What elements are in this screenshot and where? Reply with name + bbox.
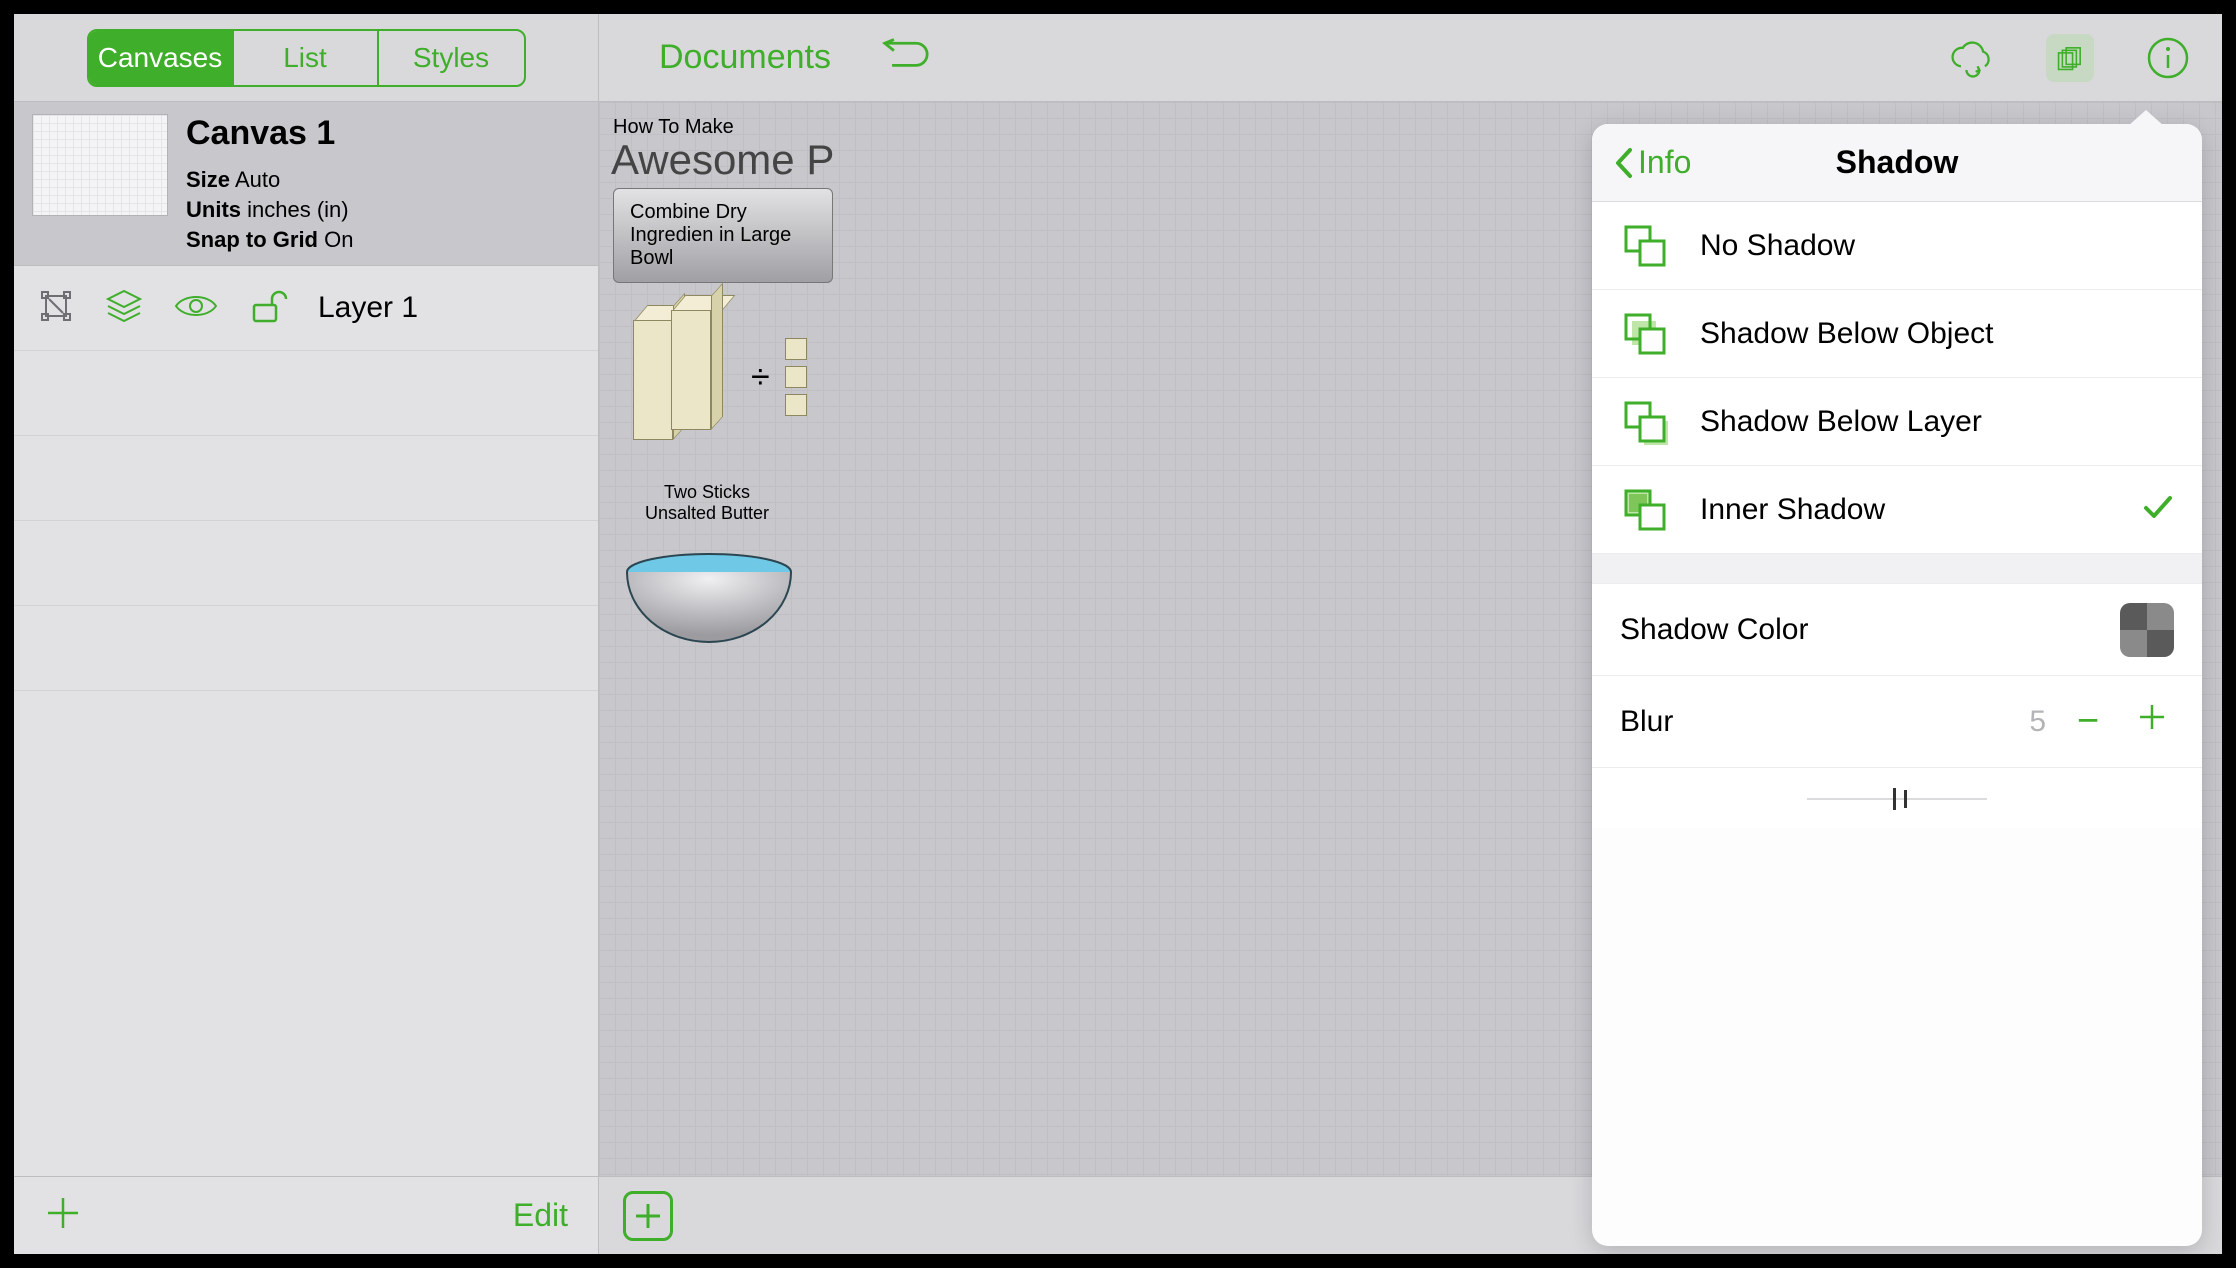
canvases-stack-icon[interactable] <box>2046 34 2094 82</box>
layers-icon[interactable] <box>104 289 144 328</box>
canvas-meta-size-value: Auto <box>235 167 280 192</box>
butter-label-line2: Unsalted Butter <box>637 503 777 524</box>
canvas-thumbnail <box>32 114 168 216</box>
layer-row[interactable]: Layer 1 <box>14 266 598 351</box>
shadow-option-below-layer[interactable]: Shadow Below Layer <box>1592 378 2202 466</box>
canvas-info: Canvas 1 Size Auto Units inches (in) Sna… <box>186 114 353 253</box>
list-row <box>14 351 598 436</box>
shadow-option-label: Shadow Below Layer <box>1700 405 1982 439</box>
canvas-meta-size-label: Size <box>186 167 230 192</box>
blur-row: Blur 5 − <box>1592 676 2202 768</box>
popover-header: Info Shadow <box>1592 124 2202 202</box>
step-box[interactable]: Combine Dry Ingredien in Large Bowl <box>613 188 833 283</box>
sidebar-tab-segmented: Canvases List Styles <box>87 29 526 87</box>
popover-section-gap <box>1592 554 2202 584</box>
add-button[interactable] <box>44 1194 82 1237</box>
shadow-color-row[interactable]: Shadow Color <box>1592 584 2202 676</box>
list-row <box>14 436 598 521</box>
shadow-below-layer-icon <box>1620 397 1670 447</box>
no-shadow-icon <box>1620 221 1670 271</box>
butter-sticks-graphic[interactable] <box>625 298 735 456</box>
main-toolbar: Documents <box>599 14 2222 102</box>
device-frame: Canvases List Styles Canvas 1 Size Auto <box>0 0 2236 1268</box>
list-row <box>14 606 598 691</box>
canvas-meta-units-label: Units <box>186 197 241 222</box>
shadow-option-label: Inner Shadow <box>1700 493 1885 527</box>
checkmark-icon <box>2142 493 2174 526</box>
popover-back-label: Info <box>1638 144 1691 181</box>
shadow-option-label: No Shadow <box>1700 229 1855 263</box>
selection-icon[interactable] <box>38 288 74 329</box>
shadow-color-swatch[interactable] <box>2120 603 2174 657</box>
canvas-meta-snap-label: Snap to Grid <box>186 227 318 252</box>
shadow-option-no-shadow[interactable]: No Shadow <box>1592 202 2202 290</box>
unlocked-icon[interactable] <box>248 289 288 328</box>
small-cubes-graphic[interactable] <box>785 332 845 422</box>
shadow-option-below-object[interactable]: Shadow Below Object <box>1592 290 2202 378</box>
canvas-meta-units-value: inches (in) <box>247 197 348 222</box>
shadow-below-object-icon <box>1620 309 1670 359</box>
popover-back-button[interactable]: Info <box>1614 144 1691 181</box>
plus-symbol-graphic: ÷ <box>751 358 770 397</box>
shadow-options-list: No Shadow Shadow Below Object <box>1592 202 2202 554</box>
blur-increment-button[interactable] <box>2130 700 2174 743</box>
documents-button[interactable]: Documents <box>659 38 831 77</box>
tab-canvases[interactable]: Canvases <box>89 31 234 85</box>
shadow-option-label: Shadow Below Object <box>1700 317 1994 351</box>
layer-name: Layer 1 <box>318 291 418 325</box>
draw-shape-icon[interactable] <box>623 1191 673 1241</box>
sidebar: Canvases List Styles Canvas 1 Size Auto <box>14 14 599 1254</box>
edit-button[interactable]: Edit <box>513 1197 568 1234</box>
blur-decrement-button[interactable]: − <box>2066 700 2110 743</box>
visibility-icon[interactable] <box>174 292 218 325</box>
blur-label: Blur <box>1620 705 1673 739</box>
canvas-row-selected[interactable]: Canvas 1 Size Auto Units inches (in) Sna… <box>14 102 598 266</box>
canvas-title: Canvas 1 <box>186 114 353 153</box>
info-icon[interactable] <box>2144 34 2192 82</box>
blur-value: 5 <box>2029 705 2046 739</box>
app-screen: Canvases List Styles Canvas 1 Size Auto <box>14 14 2222 1254</box>
inner-shadow-icon <box>1620 485 1670 535</box>
bowl-graphic[interactable] <box>623 552 795 652</box>
sidebar-toolbar: Canvases List Styles <box>14 14 598 102</box>
shadow-color-label: Shadow Color <box>1620 613 1808 647</box>
butter-label: Two Sticks Unsalted Butter <box>637 482 777 524</box>
butter-label-line1: Two Sticks <box>637 482 777 503</box>
tab-styles[interactable]: Styles <box>379 31 524 85</box>
canvas-meta-snap-value: On <box>324 227 353 252</box>
sidebar-footer: Edit <box>14 1176 598 1254</box>
shadow-popover: Info Shadow No Shadow <box>1592 124 2202 1246</box>
shadow-option-inner[interactable]: Inner Shadow <box>1592 466 2202 554</box>
cloud-sync-icon[interactable] <box>1948 34 1996 82</box>
blur-slider-row <box>1592 768 2202 828</box>
blur-slider[interactable] <box>1807 780 1987 816</box>
doc-title: Awesome P <box>611 136 834 184</box>
list-row <box>14 521 598 606</box>
undo-icon[interactable] <box>881 34 929 82</box>
tab-list[interactable]: List <box>234 31 379 85</box>
